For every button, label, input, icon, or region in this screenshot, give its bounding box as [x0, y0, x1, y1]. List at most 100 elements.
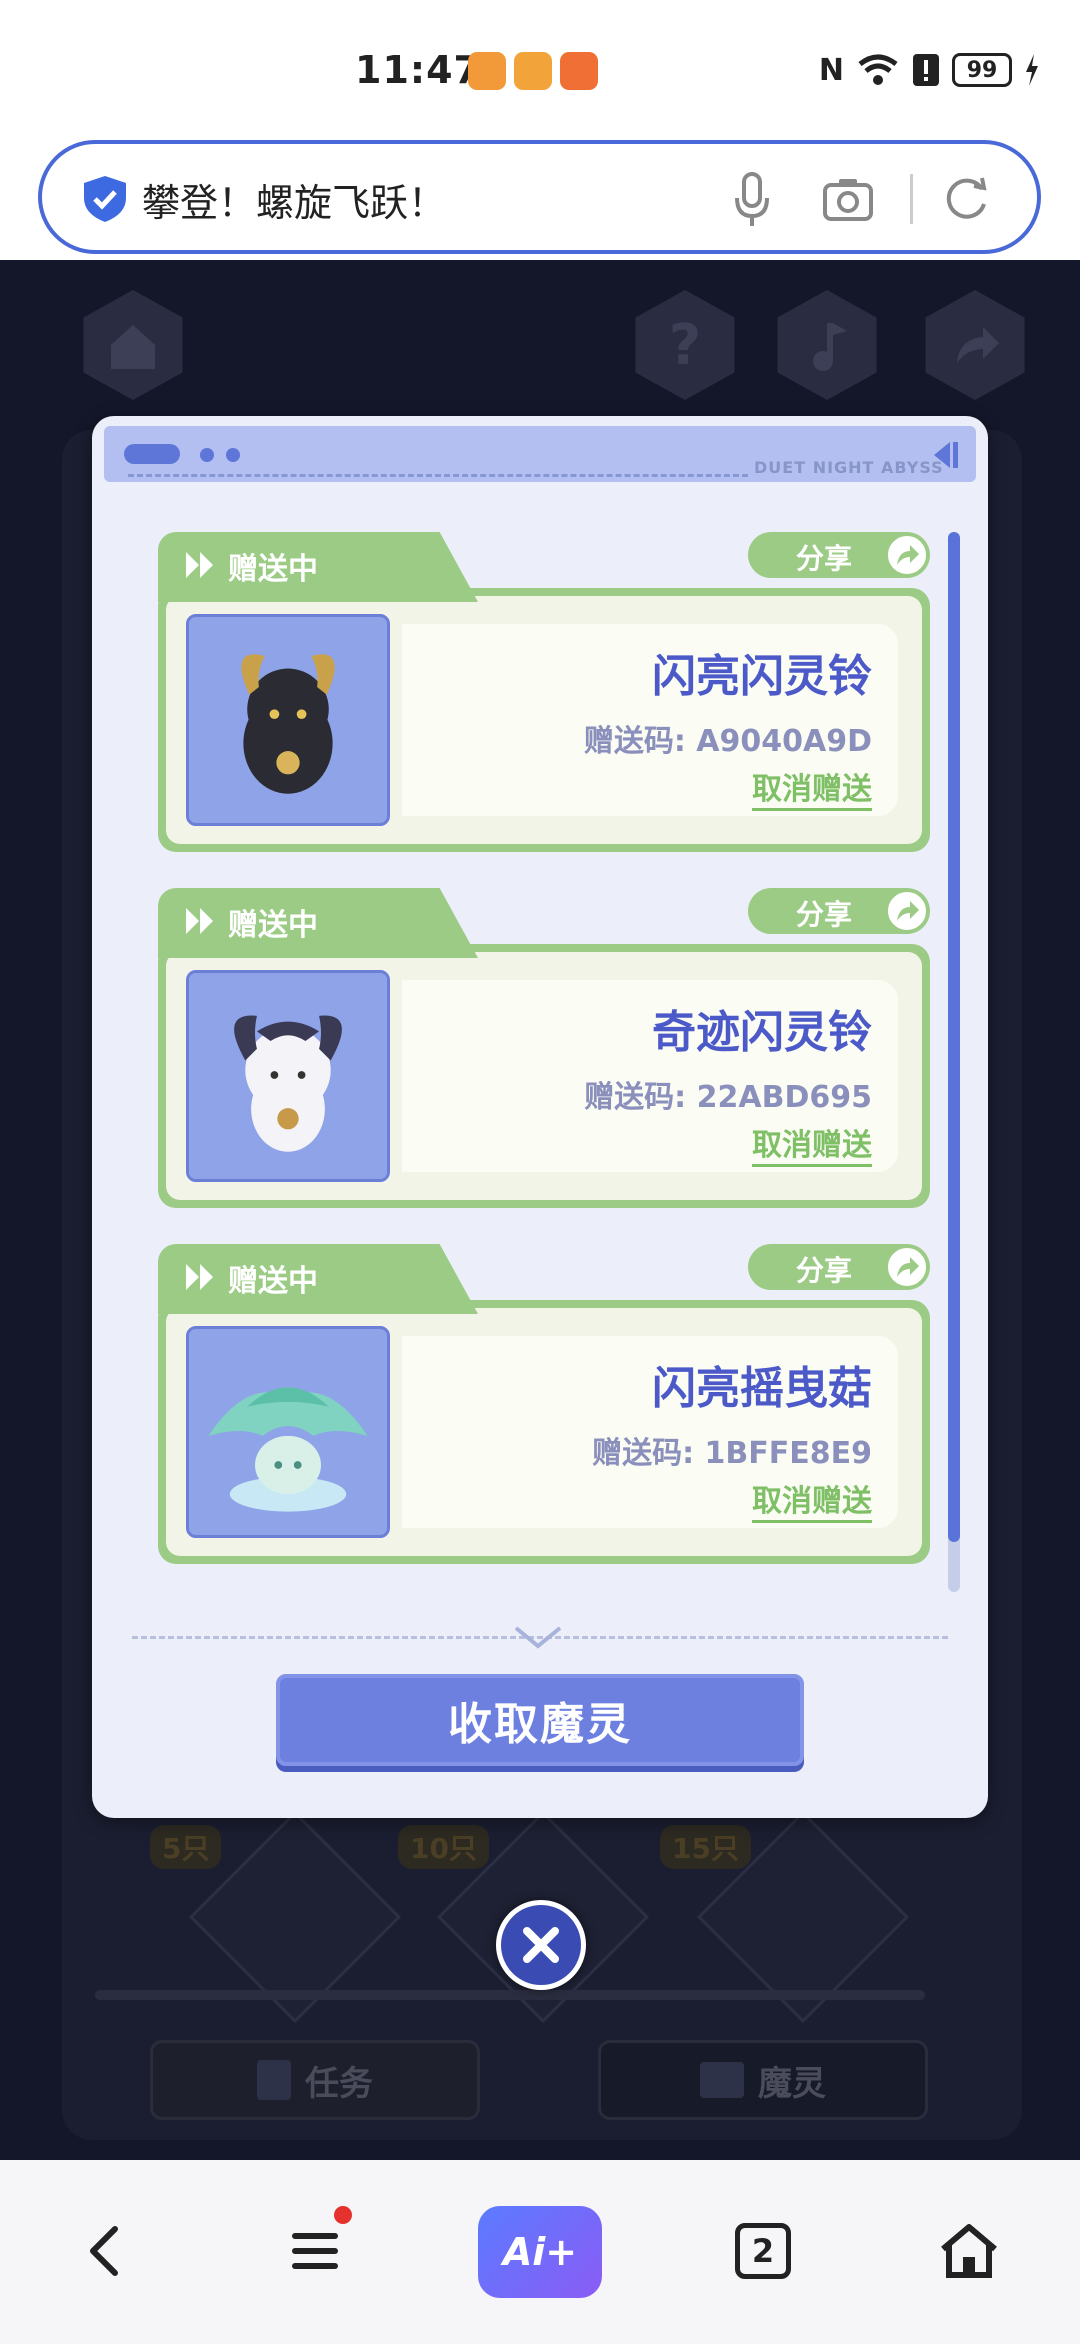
mic-icon[interactable]: [732, 172, 772, 228]
reload-icon[interactable]: [942, 174, 992, 224]
gift-info-panel: 闪亮摇曳菇 赠送码: 1BFFE8E9 取消赠送: [402, 1336, 898, 1528]
nav-home-button[interactable]: [924, 2206, 1014, 2296]
header-dot-2: [226, 448, 240, 462]
home-icon: [941, 2224, 997, 2278]
search-input[interactable]: 攀登！螺旋飞跃！: [142, 172, 446, 227]
search-bar[interactable]: 攀登！螺旋飞跃！: [38, 140, 1041, 254]
notification-app-icon-2: [514, 52, 552, 90]
music-icon: [813, 323, 847, 371]
modal-scrollbar[interactable]: [948, 532, 960, 1592]
nav-back-button[interactable]: [60, 2206, 150, 2296]
cancel-gift-link[interactable]: 取消赠送: [752, 1128, 872, 1167]
gift-status-tab: 赠送中: [158, 888, 478, 958]
fast-forward-icon: [186, 552, 213, 578]
ai-label: Ai+: [502, 2230, 578, 2274]
game-tab-spirits[interactable]: 魔灵: [598, 2040, 928, 2120]
share-arrow-icon: [957, 327, 999, 363]
gift-card: 闪亮闪灵铃 赠送码: A9040A9D 取消赠送 赠送中 分享: [158, 532, 930, 852]
wifi-icon: [858, 54, 898, 85]
nav-menu-button[interactable]: [270, 2206, 360, 2296]
share-label: 分享: [796, 898, 853, 931]
share-label: 分享: [796, 1254, 853, 1287]
gift-card-inner: 闪亮闪灵铃 赠送码: A9040A9D 取消赠送: [166, 596, 922, 844]
share-label: 分享: [796, 542, 853, 575]
pet-image-black-goat: [186, 614, 390, 826]
header-dot-1: [200, 448, 214, 462]
gift-status-label: 赠送中: [228, 552, 318, 587]
cancel-gift-link[interactable]: 取消赠送: [752, 772, 872, 811]
pet-image-white-goat: [186, 970, 390, 1182]
gift-card-body: 闪亮摇曳菇 赠送码: 1BFFE8E9 取消赠送: [158, 1300, 930, 1564]
close-modal-button[interactable]: [496, 1900, 586, 1990]
header-pill: [124, 444, 180, 464]
gift-info-panel: 闪亮闪灵铃 赠送码: A9040A9D 取消赠送: [402, 624, 898, 816]
cancel-gift-link[interactable]: 取消赠送: [752, 1484, 872, 1523]
fast-forward-icon: [186, 1264, 213, 1290]
gift-card-inner: 闪亮摇曳菇 赠送码: 1BFFE8E9 取消赠送: [166, 1308, 922, 1556]
battery-icon: 99: [952, 53, 1012, 87]
gift-card-body: 奇迹闪灵铃 赠送码: 22ABD695 取消赠送: [158, 944, 930, 1208]
gift-code: 赠送码: 22ABD695: [584, 1080, 872, 1115]
game-tab-spirits-label: 魔灵: [758, 2063, 826, 2104]
collect-spirits-label: 收取魔灵: [448, 1699, 632, 1750]
home-icon: [111, 325, 155, 369]
collect-spirits-button[interactable]: 收取魔灵: [276, 1674, 804, 1766]
pet-name: 闪亮闪灵铃: [652, 651, 872, 702]
gift-info-panel: 奇迹闪灵铃 赠送码: 22ABD695 取消赠送: [402, 980, 898, 1172]
gift-code: 赠送码: A9040A9D: [583, 724, 872, 759]
gift-code: 赠送码: 1BFFE8E9: [592, 1436, 872, 1471]
nav-tabs-button[interactable]: 2: [718, 2206, 808, 2296]
gift-status-tab: 赠送中: [158, 532, 478, 602]
share-arrow-icon: [886, 1246, 928, 1288]
gift-modal: DUET NIGHT ABYSS 闪亮闪灵铃 赠送码: A9040A9D 取消赠…: [92, 416, 988, 1818]
game-help-button[interactable]: ?: [635, 290, 735, 400]
share-arrow-icon: [886, 534, 928, 576]
game-home-button[interactable]: [83, 290, 183, 400]
pet-name: 闪亮摇曳菇: [652, 1363, 872, 1414]
nfc-icon: N: [818, 52, 844, 88]
gift-status-label: 赠送中: [228, 1264, 318, 1299]
modal-scroll-thumb[interactable]: [948, 532, 960, 1542]
system-icons: N 99: [819, 52, 1040, 88]
gift-card: 奇迹闪灵铃 赠送码: 22ABD695 取消赠送 赠送中 分享: [158, 888, 930, 1208]
gift-status-label: 赠送中: [228, 908, 318, 943]
tabs-count: 2: [735, 2223, 791, 2279]
header-brand-label: DUET NIGHT ABYSS: [754, 458, 944, 477]
back-icon: [90, 2226, 118, 2276]
ai-assistant-button[interactable]: Ai+: [478, 2206, 602, 2298]
share-button[interactable]: 分享: [748, 532, 930, 578]
status-bar: 11:47 N 99: [0, 0, 1080, 140]
pet-name: 奇迹闪灵铃: [652, 1007, 872, 1058]
charging-icon: [1026, 54, 1038, 86]
alert-icon: [913, 54, 939, 86]
milestone-progress-track: [95, 1990, 925, 2000]
share-button[interactable]: 分享: [748, 1244, 930, 1290]
question-icon: ?: [668, 312, 702, 378]
header-dash: [128, 474, 748, 477]
fast-forward-icon: [186, 908, 213, 934]
camera-icon[interactable]: [822, 176, 874, 222]
close-icon: [523, 1927, 559, 1963]
notification-app-icon-3: [560, 52, 598, 90]
milestone-label-3: 15只: [660, 1825, 751, 1869]
share-arrow-icon: [886, 890, 928, 932]
gift-card-body: 闪亮闪灵铃 赠送码: A9040A9D 取消赠送: [158, 588, 930, 852]
folder-icon: [700, 2062, 744, 2098]
search-divider: [910, 174, 913, 224]
notification-app-icon-1: [468, 52, 506, 90]
game-music-button[interactable]: [777, 290, 877, 400]
gift-card-inner: 奇迹闪灵铃 赠送码: 22ABD695 取消赠送: [166, 952, 922, 1200]
gift-status-tab: 赠送中: [158, 1244, 478, 1314]
divider-notch-icon: [514, 1626, 562, 1649]
game-share-button[interactable]: [925, 290, 1025, 400]
shield-icon: [84, 176, 126, 222]
game-tab-tasks[interactable]: 任务: [150, 2040, 480, 2120]
menu-icon: [292, 2233, 338, 2269]
game-tab-tasks-label: 任务: [305, 2063, 373, 2104]
browser-bottom-nav: Ai+ 2: [0, 2160, 1080, 2344]
milestone-label-1: 5只: [150, 1825, 222, 1869]
task-icon: [257, 2060, 291, 2100]
share-button[interactable]: 分享: [748, 888, 930, 934]
header-arrow-icon: [934, 442, 958, 468]
gift-card: 闪亮摇曳菇 赠送码: 1BFFE8E9 取消赠送 赠送中 分享: [158, 1244, 930, 1564]
